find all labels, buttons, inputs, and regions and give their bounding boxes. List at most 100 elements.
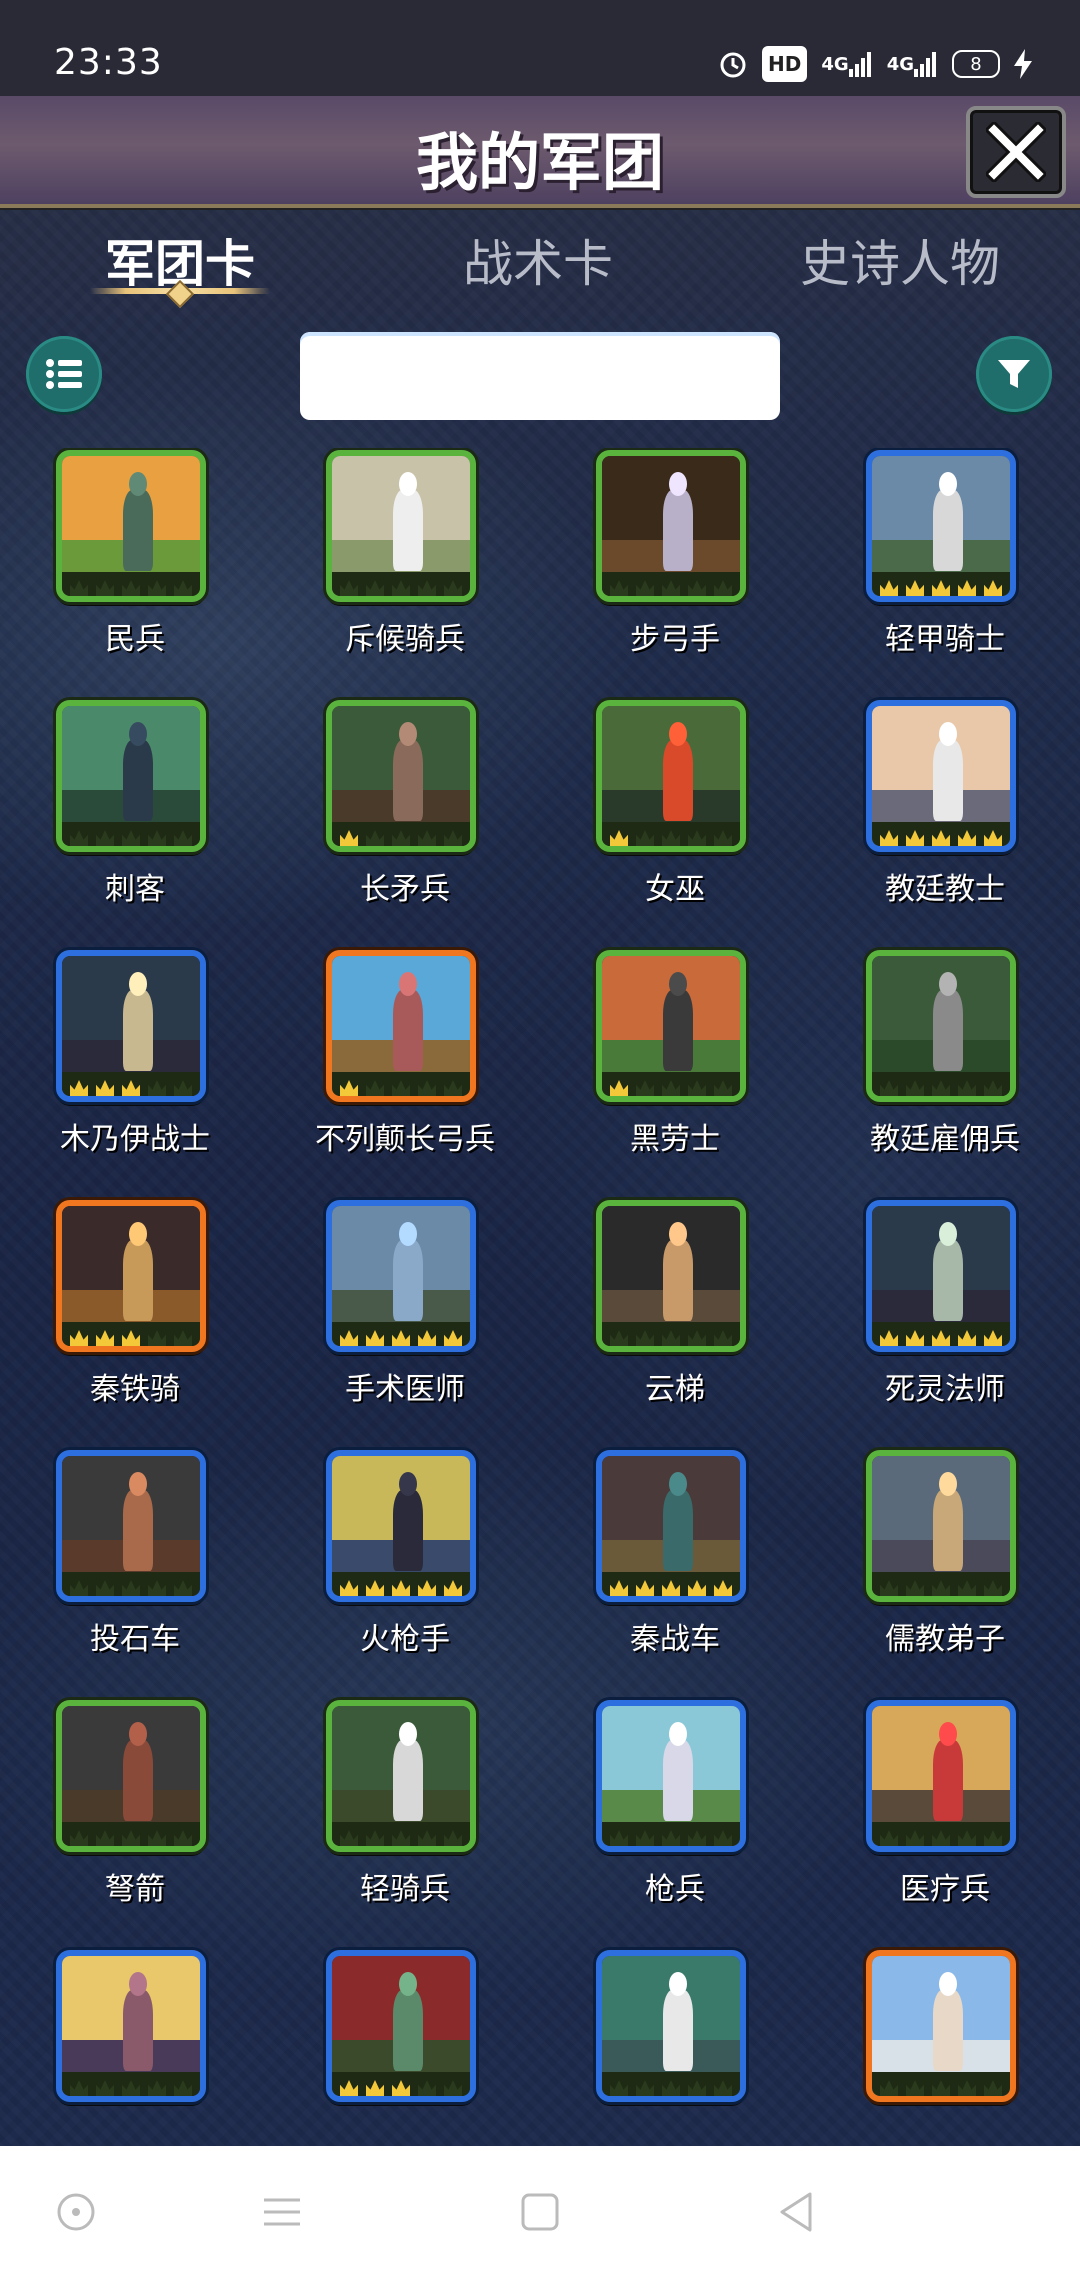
star-rating (872, 822, 1010, 846)
unit-name: 手术医师 (345, 1372, 465, 1407)
unit-portrait (326, 1200, 476, 1352)
unit-card[interactable]: 枪兵 (540, 1698, 810, 1948)
crown-icon (444, 1580, 462, 1596)
unit-name: 教廷雇佣兵 (870, 1122, 1020, 1157)
crown-icon (932, 580, 950, 596)
unit-card[interactable]: 女巫 (540, 698, 810, 948)
unit-portrait (596, 450, 746, 602)
search-input[interactable] (300, 332, 780, 420)
crown-icon (418, 580, 436, 596)
crown-icon (688, 830, 706, 846)
unit-card[interactable]: 长矛兵 (270, 698, 540, 948)
unit-card[interactable]: 木乃伊战士 (0, 948, 270, 1198)
crown-icon (340, 1830, 358, 1846)
crown-icon (984, 580, 1002, 596)
star-rating (872, 572, 1010, 596)
unit-card[interactable]: 弩箭 (0, 1698, 270, 1948)
crown-icon (148, 1830, 166, 1846)
crown-icon (70, 2080, 88, 2096)
unit-name: 医疗兵 (900, 1872, 990, 1907)
crown-icon (636, 580, 654, 596)
unit-name: 枪兵 (645, 1872, 705, 1907)
unit-card[interactable]: 步弓手 (540, 448, 810, 698)
unit-portrait (596, 1700, 746, 1852)
unit-card[interactable]: 教廷教士 (810, 698, 1080, 948)
unit-portrait (866, 950, 1016, 1102)
star-rating (62, 1822, 200, 1846)
unit-card[interactable]: 手术医师 (270, 1198, 540, 1448)
crown-icon (148, 2080, 166, 2096)
crown-icon (958, 830, 976, 846)
tab-epic-heroes[interactable]: 史诗人物 (790, 224, 1010, 296)
star-rating (62, 1322, 200, 1346)
crown-icon (906, 1830, 924, 1846)
unit-card[interactable]: 秦铁骑 (0, 1198, 270, 1448)
unit-portrait (326, 1700, 476, 1852)
signal-icon-2: 4G (887, 48, 938, 80)
unit-card[interactable]: 投石车 (0, 1448, 270, 1698)
unit-card[interactable]: 轻骑兵 (270, 1698, 540, 1948)
crown-icon (906, 1080, 924, 1096)
star-rating (332, 1322, 470, 1346)
unit-card[interactable]: 火枪手 (270, 1448, 540, 1698)
star-rating (872, 1072, 1010, 1096)
crown-icon (932, 1080, 950, 1096)
unit-card[interactable]: 斥候骑兵 (270, 448, 540, 698)
unit-portrait (596, 950, 746, 1102)
unit-card[interactable]: 云梯 (540, 1198, 810, 1448)
crown-icon (122, 830, 140, 846)
unit-card[interactable]: 儒教弟子 (810, 1448, 1080, 1698)
tab-tactic-cards[interactable]: 战术卡 (448, 224, 628, 296)
unit-card[interactable] (0, 1948, 270, 2124)
crown-icon (714, 1830, 732, 1846)
unit-card[interactable]: 不列颠长弓兵 (270, 948, 540, 1198)
crown-icon (880, 2080, 898, 2096)
list-view-button[interactable] (26, 336, 102, 412)
unit-card[interactable]: 刺客 (0, 698, 270, 948)
filter-button[interactable] (976, 336, 1052, 412)
crown-icon (340, 2080, 358, 2096)
crown-icon (366, 580, 384, 596)
unit-name: 轻骑兵 (360, 1872, 450, 1907)
unit-card[interactable] (270, 1948, 540, 2124)
unit-card[interactable]: 民兵 (0, 448, 270, 698)
crown-icon (392, 2080, 410, 2096)
unit-card[interactable]: 死灵法师 (810, 1198, 1080, 1448)
crown-icon (714, 1580, 732, 1596)
unit-card[interactable]: 秦战车 (540, 1448, 810, 1698)
star-rating (602, 1072, 740, 1096)
recents-nav-button[interactable] (510, 2182, 570, 2242)
unit-portrait (56, 950, 206, 1102)
crown-icon (418, 830, 436, 846)
crown-icon (610, 1580, 628, 1596)
home-nav-button[interactable] (46, 2182, 106, 2242)
back-nav-button[interactable] (766, 2182, 826, 2242)
star-rating (872, 2072, 1010, 2096)
unit-portrait (326, 950, 476, 1102)
unit-card[interactable]: 黑劳士 (540, 948, 810, 1198)
crown-icon (610, 1830, 628, 1846)
crown-icon (636, 1580, 654, 1596)
crown-icon (688, 1330, 706, 1346)
page-title: 我的军团 (415, 126, 664, 199)
crown-icon (906, 830, 924, 846)
unit-card[interactable] (540, 1948, 810, 2124)
star-rating (872, 1822, 1010, 1846)
unit-name: 秦铁骑 (90, 1372, 180, 1407)
unit-card[interactable]: 教廷雇佣兵 (810, 948, 1080, 1198)
crown-icon (148, 830, 166, 846)
unit-card[interactable]: 轻甲骑士 (810, 448, 1080, 698)
unit-portrait (866, 1450, 1016, 1602)
crown-icon (392, 1830, 410, 1846)
unit-card[interactable] (810, 1948, 1080, 2124)
crown-icon (932, 1830, 950, 1846)
unit-card[interactable]: 医疗兵 (810, 1698, 1080, 1948)
unit-name: 死灵法师 (885, 1372, 1005, 1407)
close-button[interactable] (966, 106, 1066, 198)
crown-icon (636, 2080, 654, 2096)
crown-icon (392, 580, 410, 596)
menu-nav-button[interactable] (252, 2182, 312, 2242)
crown-icon (880, 830, 898, 846)
signal-icon: 4G (821, 48, 872, 80)
crown-icon (906, 580, 924, 596)
